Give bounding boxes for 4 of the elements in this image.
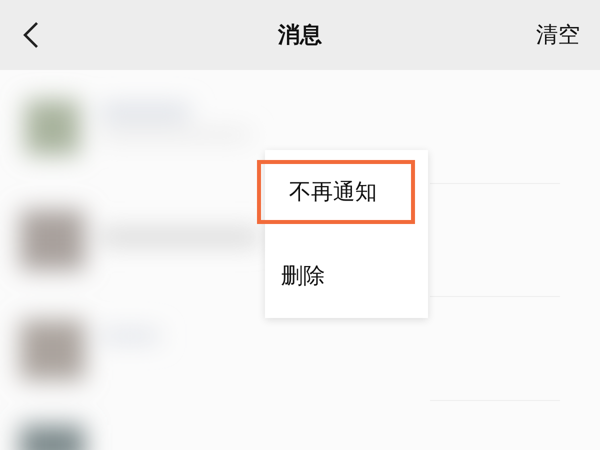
page-title: 消息 xyxy=(278,22,322,50)
clear-button[interactable]: 清空 xyxy=(536,18,580,52)
menu-item[interactable]: 删除 xyxy=(265,244,415,308)
menu-item[interactable]: 不再通知 xyxy=(257,160,415,224)
